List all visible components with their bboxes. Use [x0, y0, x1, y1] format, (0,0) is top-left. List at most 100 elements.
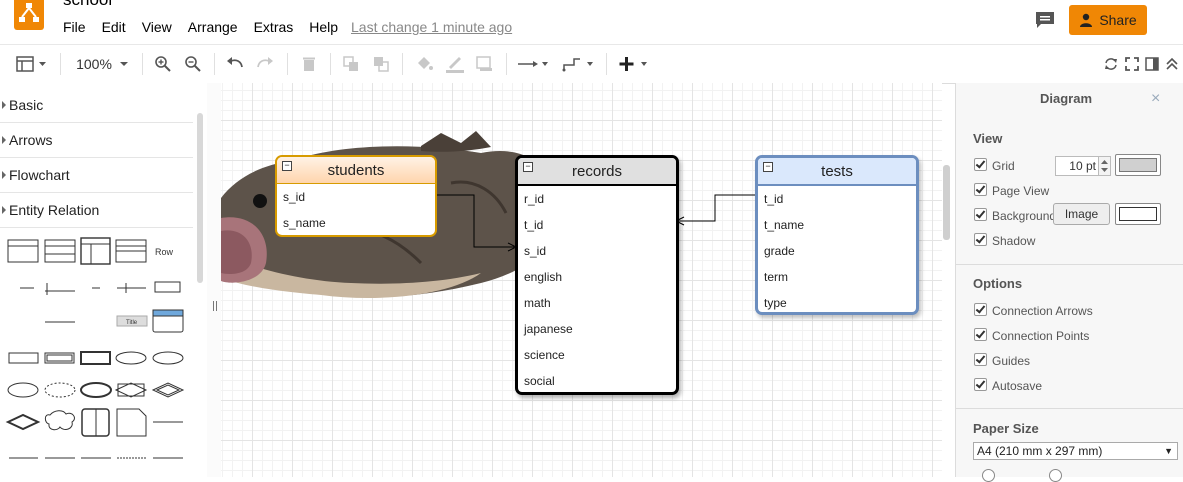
options-heading: Options	[973, 276, 1023, 291]
collapse-icon[interactable]: −	[523, 162, 533, 172]
delete-icon[interactable]	[299, 53, 319, 75]
menu-edit[interactable]: Edit	[102, 19, 126, 35]
sidebar-scrollbar[interactable]	[197, 113, 203, 283]
library-flowchart[interactable]: Flowchart	[0, 158, 193, 193]
menu-file[interactable]: File	[63, 19, 86, 35]
entity-header[interactable]: − students	[277, 157, 435, 184]
portrait-radio[interactable]	[982, 469, 995, 482]
entity-tests[interactable]: − tests t_id t_name grade term type	[755, 155, 919, 315]
chevron-down-icon: ▼	[1164, 446, 1173, 456]
entity-field[interactable]: english	[518, 264, 676, 290]
grid-label: Grid	[992, 159, 1015, 173]
to-back-icon[interactable]	[371, 53, 391, 75]
insert-icon[interactable]	[618, 53, 652, 75]
entity-field[interactable]: math	[518, 290, 676, 316]
grid-checkbox[interactable]	[974, 158, 987, 171]
diagram-canvas[interactable]: − students s_id s_name − records r_id t_…	[221, 83, 942, 477]
entity-field[interactable]: japanese	[518, 316, 676, 342]
background-color-button[interactable]	[1115, 203, 1161, 225]
page-view-checkbox[interactable]	[974, 183, 987, 196]
fill-color-icon[interactable]	[414, 53, 434, 75]
landscape-radio[interactable]	[1049, 469, 1062, 482]
row-shape-label: Row	[155, 247, 174, 257]
entity-field[interactable]: grade	[758, 238, 916, 264]
library-label: Flowchart	[9, 167, 70, 183]
user-icon	[1080, 13, 1093, 27]
paper-size-select[interactable]: A4 (210 mm x 297 mm) ▼	[973, 442, 1178, 460]
background-image-button[interactable]: Image	[1053, 203, 1110, 225]
entity-field[interactable]: r_id	[518, 186, 676, 212]
entity-name: students	[327, 161, 385, 179]
connection-style-icon[interactable]	[517, 53, 551, 75]
er-shape-palette[interactable]: Row Title	[0, 233, 193, 477]
format-panel-icon[interactable]	[1144, 53, 1160, 75]
autosave-checkbox[interactable]	[974, 378, 987, 391]
menu-extras[interactable]: Extras	[254, 19, 294, 35]
menu-view[interactable]: View	[142, 19, 172, 35]
menu-help[interactable]: Help	[309, 19, 338, 35]
zoom-in-icon[interactable]	[153, 53, 173, 75]
fullscreen-icon[interactable]	[1124, 53, 1140, 75]
entity-header[interactable]: − tests	[758, 158, 916, 186]
format-panel-toggle-icon[interactable]	[14, 53, 50, 75]
expand-caret-icon	[2, 206, 6, 214]
to-front-icon[interactable]	[341, 53, 361, 75]
grid-size-input[interactable]: 10 pt	[1055, 156, 1099, 176]
paper-size-heading: Paper Size	[973, 421, 1039, 436]
entity-name: tests	[821, 162, 853, 180]
entity-students[interactable]: − students s_id s_name	[275, 155, 437, 237]
entity-field[interactable]: term	[758, 264, 916, 290]
entity-header[interactable]: − records	[518, 158, 676, 186]
library-basic[interactable]: Basic	[0, 88, 193, 123]
entity-field[interactable]: s_id	[277, 184, 435, 210]
grid-size-value: 10 pt	[1069, 159, 1096, 173]
close-icon[interactable]: ×	[1151, 90, 1160, 108]
line-color-icon[interactable]	[444, 53, 466, 75]
library-arrows[interactable]: Arrows	[0, 123, 193, 158]
canvas-scrollbar[interactable]	[943, 165, 950, 240]
view-heading: View	[973, 131, 1003, 146]
shadow-icon[interactable]	[475, 53, 495, 75]
library-label: Entity Relation	[9, 202, 100, 218]
last-change-link[interactable]: Last change 1 minute ago	[351, 19, 512, 35]
comments-icon[interactable]	[1034, 10, 1056, 30]
panel-divider	[956, 408, 1183, 409]
library-entity-relation[interactable]: Entity Relation	[0, 193, 193, 228]
entity-field[interactable]: t_id	[518, 212, 676, 238]
entity-field[interactable]: s_id	[518, 238, 676, 264]
document-title[interactable]: school	[63, 0, 112, 10]
entity-field[interactable]: type	[758, 290, 916, 312]
splitter-grip-icon	[213, 301, 217, 311]
share-button[interactable]: Share	[1069, 5, 1147, 35]
waypoints-icon[interactable]	[562, 53, 596, 75]
shadow-checkbox[interactable]	[974, 233, 987, 246]
entity-name: records	[571, 162, 623, 180]
collapse-icon[interactable]: −	[282, 161, 292, 171]
records-tests-connector[interactable]	[676, 194, 755, 222]
sync-icon[interactable]	[1103, 53, 1119, 75]
connection-points-checkbox[interactable]	[974, 328, 987, 341]
entity-field[interactable]: t_id	[758, 186, 916, 212]
menu-arrange[interactable]: Arrange	[188, 19, 238, 35]
option-label: Guides	[992, 354, 1031, 368]
collapse-up-icon[interactable]	[1164, 53, 1180, 75]
redo-icon[interactable]	[255, 53, 275, 75]
connection-arrows-checkbox[interactable]	[974, 303, 987, 316]
menu-bar: File Edit View Arrange Extras Help	[63, 19, 354, 35]
zoom-out-icon[interactable]	[183, 53, 203, 75]
students-records-connector[interactable]	[435, 194, 514, 248]
zoom-dropdown[interactable]: 100%	[74, 53, 132, 75]
entity-field[interactable]: t_name	[758, 212, 916, 238]
entity-field[interactable]: science	[518, 342, 676, 368]
entity-field[interactable]: s_name	[277, 210, 435, 235]
entity-field[interactable]: social	[518, 368, 676, 392]
undo-icon[interactable]	[225, 53, 245, 75]
grid-color-button[interactable]	[1115, 154, 1161, 176]
sidebar-splitter[interactable]	[207, 83, 222, 477]
grid-size-spinner[interactable]	[1098, 156, 1111, 176]
expand-caret-icon	[2, 171, 6, 179]
guides-checkbox[interactable]	[974, 353, 987, 366]
entity-records[interactable]: − records r_id t_id s_id english math ja…	[515, 155, 679, 395]
background-checkbox[interactable]	[974, 208, 987, 221]
collapse-icon[interactable]: −	[763, 162, 773, 172]
